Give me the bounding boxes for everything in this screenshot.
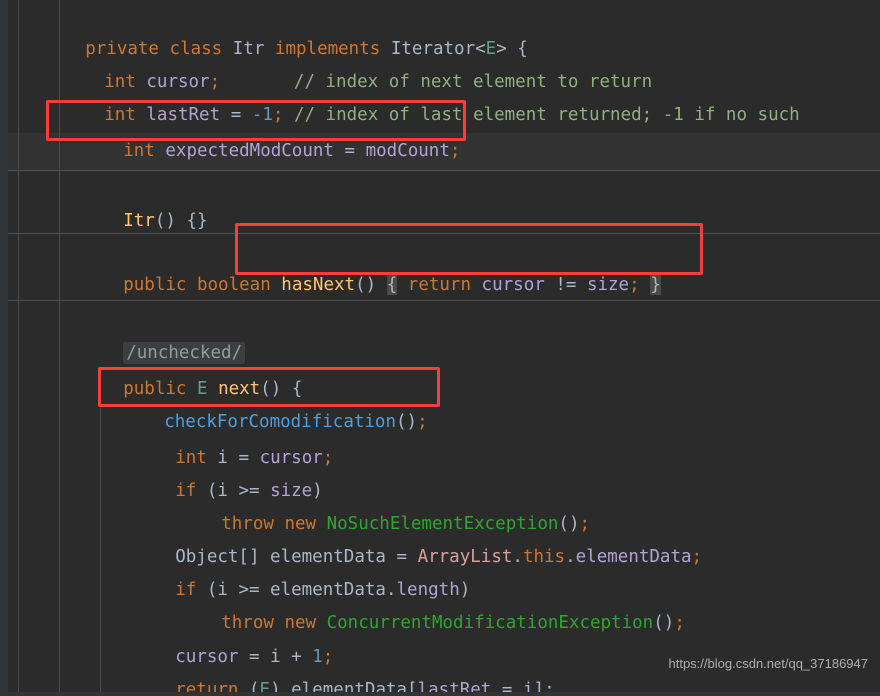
code-line-5[interactable]: Itr() {} [60, 172, 207, 231]
constructor-itr: Itr [123, 211, 155, 231]
code-line-13[interactable]: Object[] elementData = ArrayList.this.el… [112, 508, 702, 567]
watermark-url: https://blog.csdn.net/qq_37186947 [668, 656, 869, 671]
value-modcount: modCount [365, 141, 450, 161]
field-size: size [586, 275, 630, 295]
field-expectedmodcount: expectedModCount [165, 141, 334, 161]
keyword-public: public [123, 275, 187, 295]
code-line-15[interactable]: throw new ConcurrentModificationExceptio… [158, 574, 685, 633]
dot: . [565, 547, 576, 567]
semicolon: ; [629, 275, 640, 295]
not-equal-operator: != [555, 275, 577, 295]
keyword-boolean: boolean [196, 275, 271, 295]
open-brace-highlight: { [386, 275, 398, 295]
code-content[interactable]: private class Itr implements Iterator<E>… [0, 0, 880, 696]
code-line-9[interactable]: checkForComodification(); [101, 373, 427, 432]
parens: () [154, 211, 176, 231]
keyword-int: int [123, 141, 155, 161]
code-line-8[interactable]: public E next() { [60, 340, 302, 399]
close-brace-highlight: } [650, 275, 661, 295]
code-line-16[interactable]: cursor = i + 1; [112, 608, 333, 667]
code-line-14[interactable]: if (i >= elementData.length) [112, 541, 470, 600]
dot: . [512, 547, 523, 567]
code-line-12[interactable]: throw new NoSuchElementException(); [158, 475, 590, 534]
code-line-1[interactable]: private class Itr implements Iterator<E>… [0, 0, 528, 59]
method-hasnext: hasNext [281, 275, 356, 295]
semicolon: ; [674, 613, 685, 633]
code-line-7[interactable]: /unchecked/ [60, 304, 246, 364]
parens: () [653, 613, 675, 633]
semicolon: ; [691, 547, 703, 567]
parens: () [355, 275, 377, 295]
code-line-2[interactable]: int cursor; // index of next element to … [41, 33, 652, 92]
empty-body-braces: {} [186, 211, 208, 231]
code-line-17[interactable]: return (E) elementData[lastRet = i]; [112, 641, 554, 696]
parens: () [396, 412, 418, 432]
code-line-4[interactable]: int expectedModCount = modCount; [60, 102, 460, 161]
code-line-10[interactable]: int i = cursor; [112, 409, 333, 468]
editor-bottom-edge [0, 692, 880, 696]
exception-concurrentmodification: ConcurrentModificationException [326, 613, 654, 633]
code-line-6[interactable]: public boolean hasNext() { return cursor… [60, 236, 661, 295]
semicolon: ; [322, 448, 334, 468]
code-line-3[interactable]: int lastRet = -1; // index of last eleme… [41, 66, 799, 125]
code-line-11[interactable]: if (i >= size) [112, 442, 323, 501]
field-cursor: cursor [481, 275, 545, 295]
keyword-return: return [407, 275, 471, 295]
semicolon: ; [449, 141, 461, 161]
code-editor[interactable]: private class Itr implements Iterator<E>… [0, 0, 880, 696]
assign-operator: = [344, 141, 356, 161]
keyword-this: this [522, 547, 566, 567]
semicolon: ; [417, 412, 428, 432]
field-elementdata: elementData [575, 547, 692, 567]
